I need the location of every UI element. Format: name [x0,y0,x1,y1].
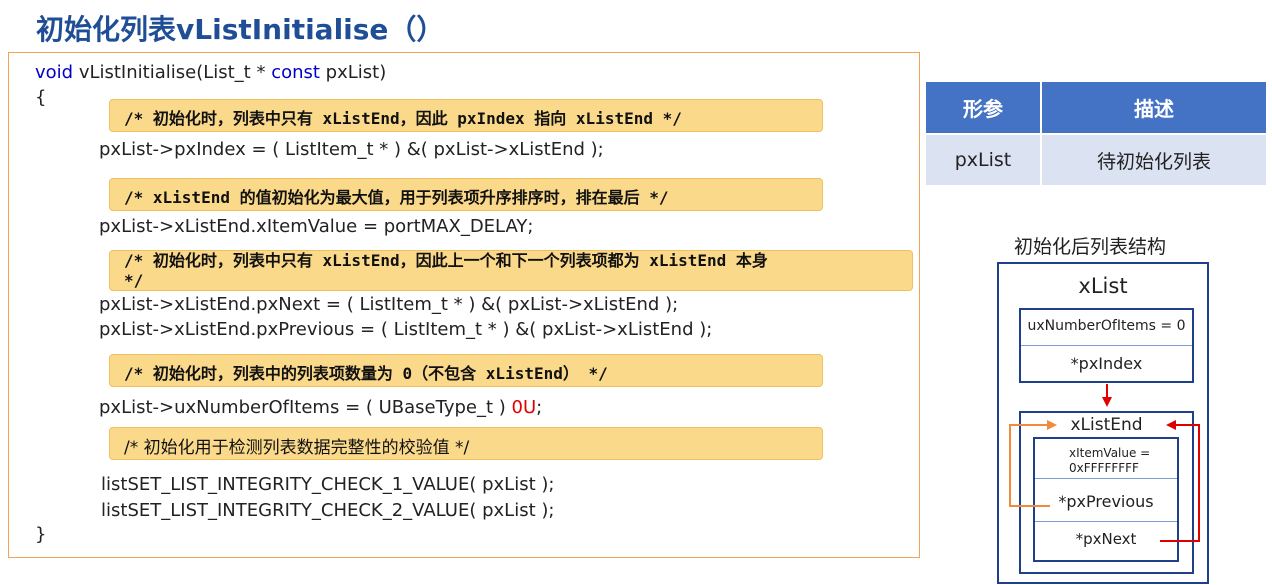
arrows-overlay [1009,384,1200,542]
pxnext-arrow [1160,420,1200,542]
pxprevious-arrow [1009,420,1057,507]
